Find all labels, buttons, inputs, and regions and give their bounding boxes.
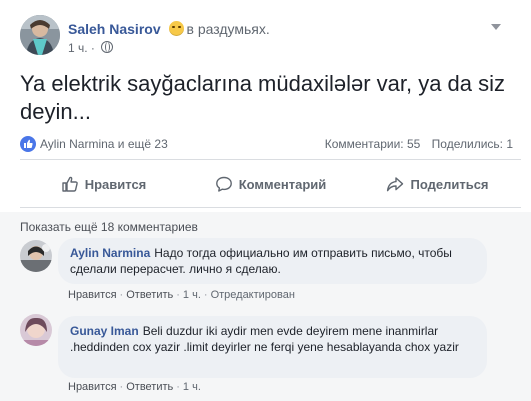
feed-post: Saleh Nasirov в раздумьях. 1 ч. · Ya ele… xyxy=(0,0,531,401)
author-line: Saleh Nasirov в раздумьях. xyxy=(68,21,270,37)
author-avatar[interactable] xyxy=(20,15,60,55)
comment-reply-link[interactable]: Ответить xyxy=(126,381,173,393)
like-button-label: Нравится xyxy=(84,176,147,192)
comment-bubble: Aylin Narmina Надо тогда официально им от… xyxy=(58,238,487,284)
comment-reply-link[interactable]: Ответить xyxy=(126,289,173,301)
comment-time[interactable]: 1 ч. xyxy=(183,381,201,393)
action-bar: Нравится Комментарий Поделиться xyxy=(20,163,521,205)
comment-icon xyxy=(215,176,232,192)
share-button-label: Поделиться xyxy=(410,176,489,192)
comment-actions: Нравится · Ответить · 1 ч. · Отредактирован xyxy=(68,289,295,301)
post-timestamp-line: 1 ч. · xyxy=(68,41,114,55)
show-more-comments-link[interactable]: Показать ещё 18 комментариев xyxy=(20,220,198,234)
like-badge-icon xyxy=(20,136,36,152)
like-icon xyxy=(62,176,78,192)
reactions-summary[interactable]: Aylin Narmina и ещё 23 xyxy=(20,136,168,152)
comment-time[interactable]: 1 ч. xyxy=(183,289,201,301)
caret-down-icon[interactable] xyxy=(491,24,501,30)
post-stats: Комментарии: 55 Поделились: 1 xyxy=(325,137,513,151)
divider xyxy=(20,207,521,208)
comment-bubble: Gunay Iman Beli duzdur iki aydir men evde… xyxy=(58,316,487,378)
divider xyxy=(20,159,521,160)
shares-count[interactable]: Поделились: 1 xyxy=(432,137,513,151)
commenter-avatar[interactable] xyxy=(20,314,52,346)
post-text: Ya elektrik sayğaclarına müdaxilələr var… xyxy=(20,71,506,124)
comment-button[interactable]: Комментарий xyxy=(187,163,354,205)
commenter-avatar[interactable] xyxy=(20,240,52,272)
comment-author[interactable]: Gunay Iman xyxy=(70,324,139,338)
comment-button-label: Комментарий xyxy=(238,176,327,192)
reactions-label: Aylin Narmina и ещё 23 xyxy=(40,137,168,151)
post-time[interactable]: 1 ч. xyxy=(68,41,88,55)
comment-actions: Нравится · Ответить · 1 ч. xyxy=(68,381,201,393)
share-button[interactable]: Поделиться xyxy=(354,163,521,205)
like-button[interactable]: Нравится xyxy=(20,163,187,205)
comment-like-link[interactable]: Нравится xyxy=(68,289,117,301)
share-icon xyxy=(387,177,404,192)
comment-like-link[interactable]: Нравится xyxy=(68,381,117,393)
feeling-thinking-icon xyxy=(168,21,184,36)
feeling-text: в раздумьях. xyxy=(186,21,270,37)
globe-icon[interactable] xyxy=(101,41,114,53)
author-name[interactable]: Saleh Nasirov xyxy=(68,21,161,37)
comment-edited-label[interactable]: Отредактирован xyxy=(211,289,295,301)
comment-author[interactable]: Aylin Narmina xyxy=(70,246,150,260)
comments-count[interactable]: Комментарии: 55 xyxy=(325,137,421,151)
